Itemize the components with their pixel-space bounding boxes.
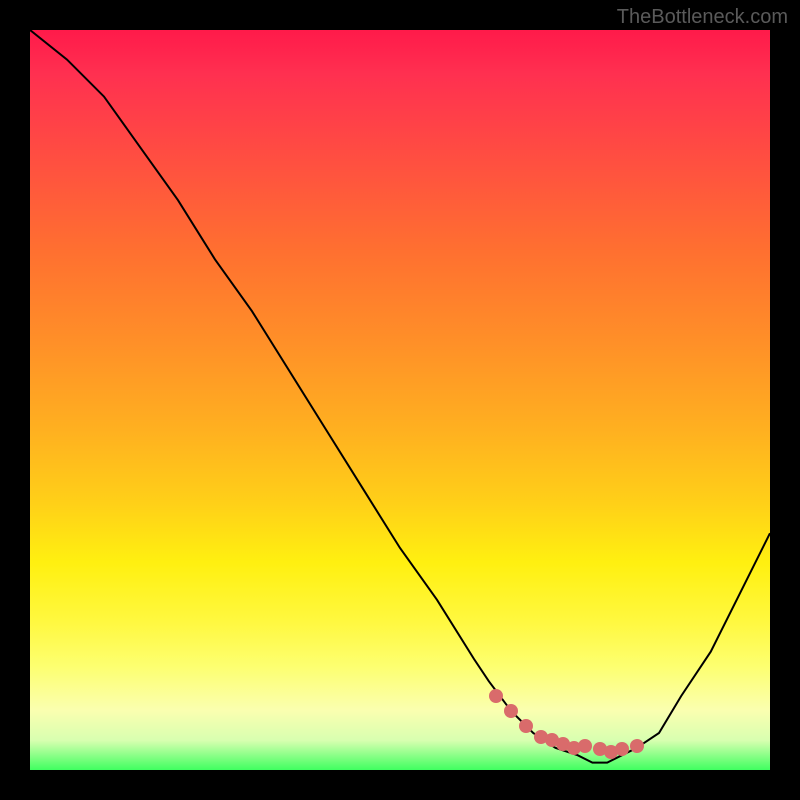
data-marker	[578, 739, 592, 753]
chart-canvas	[30, 30, 770, 770]
data-marker	[489, 689, 503, 703]
marker-cluster	[30, 30, 770, 770]
data-marker	[615, 742, 629, 756]
data-marker	[519, 719, 533, 733]
watermark-text: TheBottleneck.com	[617, 6, 788, 29]
data-marker	[504, 704, 518, 718]
data-marker	[630, 739, 644, 753]
